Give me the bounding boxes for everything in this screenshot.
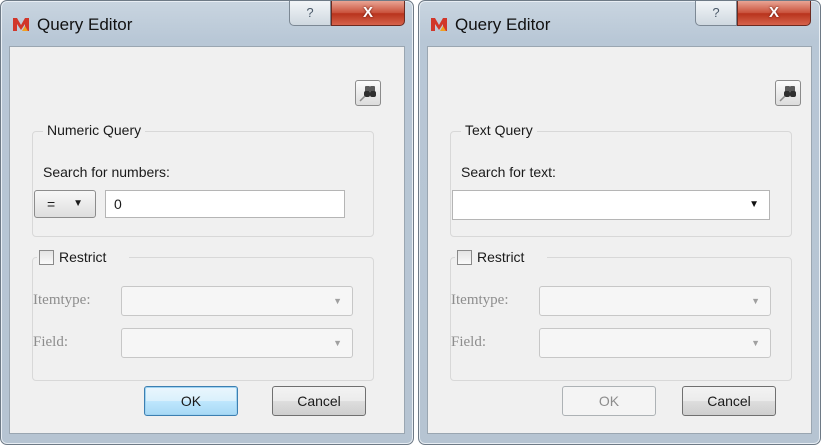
restrict-label: Restrict bbox=[477, 249, 525, 265]
close-button[interactable]: X bbox=[737, 1, 811, 26]
group-title: Text Query bbox=[461, 122, 537, 138]
itemtype-select[interactable]: ▼ bbox=[121, 286, 353, 316]
close-button[interactable]: X bbox=[331, 1, 405, 26]
app-logo-icon bbox=[431, 18, 447, 31]
chevron-down-icon: ▼ bbox=[751, 338, 760, 348]
group-title: Numeric Query bbox=[43, 122, 146, 138]
search-label: Search for text: bbox=[461, 164, 556, 180]
chevron-down-icon: ▼ bbox=[751, 296, 760, 306]
help-button[interactable]: ? bbox=[695, 1, 737, 26]
restrict-group: Restrict Itemtype: ▼ Field: ▼ bbox=[32, 248, 374, 381]
restrict-toggle[interactable]: Restrict bbox=[455, 248, 547, 268]
itemtype-label: Itemtype: bbox=[451, 292, 509, 308]
search-label: Search for numbers: bbox=[43, 164, 170, 180]
operator-dropdown[interactable]: = ▼ bbox=[34, 190, 96, 218]
query-editor-dialog-text: Query Editor ? X Text Query Search for t… bbox=[418, 0, 821, 445]
itemtype-select[interactable]: ▼ bbox=[539, 286, 771, 316]
chevron-down-icon: ▼ bbox=[73, 198, 83, 209]
text-query-group: Text Query Search for text: ▼ bbox=[450, 122, 792, 237]
number-input[interactable]: 0 bbox=[105, 190, 345, 218]
restrict-checkbox[interactable] bbox=[39, 250, 54, 265]
field-select[interactable]: ▼ bbox=[121, 328, 353, 358]
find-button[interactable] bbox=[355, 80, 381, 106]
query-editor-dialog-numeric: Query Editor ? X Numeric Query Search fo… bbox=[0, 0, 414, 445]
chevron-down-icon: ▼ bbox=[749, 199, 759, 210]
ok-button[interactable]: OK bbox=[144, 386, 238, 416]
operator-value: = bbox=[47, 196, 56, 212]
help-button[interactable]: ? bbox=[289, 1, 331, 26]
app-logo-icon bbox=[13, 18, 29, 31]
cancel-button[interactable]: Cancel bbox=[272, 386, 366, 416]
restrict-toggle[interactable]: Restrict bbox=[37, 248, 129, 268]
cancel-button[interactable]: Cancel bbox=[682, 386, 776, 416]
title-bar[interactable]: Query Editor ? X bbox=[1, 1, 413, 45]
field-label: Field: bbox=[451, 334, 487, 350]
window-title: Query Editor bbox=[455, 15, 551, 34]
restrict-checkbox[interactable] bbox=[457, 250, 472, 265]
numeric-query-group: Numeric Query Search for numbers: = ▼ 0 bbox=[32, 122, 374, 237]
title-bar[interactable]: Query Editor ? X bbox=[419, 1, 820, 45]
binoculars-icon bbox=[359, 86, 376, 102]
field-select[interactable]: ▼ bbox=[539, 328, 771, 358]
ok-button[interactable]: OK bbox=[562, 386, 656, 416]
dialog-client-area: Text Query Search for text: ▼ Restrict I… bbox=[427, 46, 812, 434]
window-title: Query Editor bbox=[37, 15, 133, 34]
chevron-down-icon: ▼ bbox=[333, 338, 342, 348]
restrict-label: Restrict bbox=[59, 249, 107, 265]
field-label: Field: bbox=[33, 334, 69, 350]
dialog-client-area: Numeric Query Search for numbers: = ▼ 0 … bbox=[9, 46, 405, 434]
itemtype-label: Itemtype: bbox=[33, 292, 91, 308]
text-search-combo[interactable]: ▼ bbox=[452, 190, 770, 220]
chevron-down-icon: ▼ bbox=[333, 296, 342, 306]
binoculars-icon bbox=[779, 86, 796, 102]
restrict-group: Restrict Itemtype: ▼ Field: ▼ bbox=[450, 248, 792, 381]
find-button[interactable] bbox=[775, 80, 801, 106]
